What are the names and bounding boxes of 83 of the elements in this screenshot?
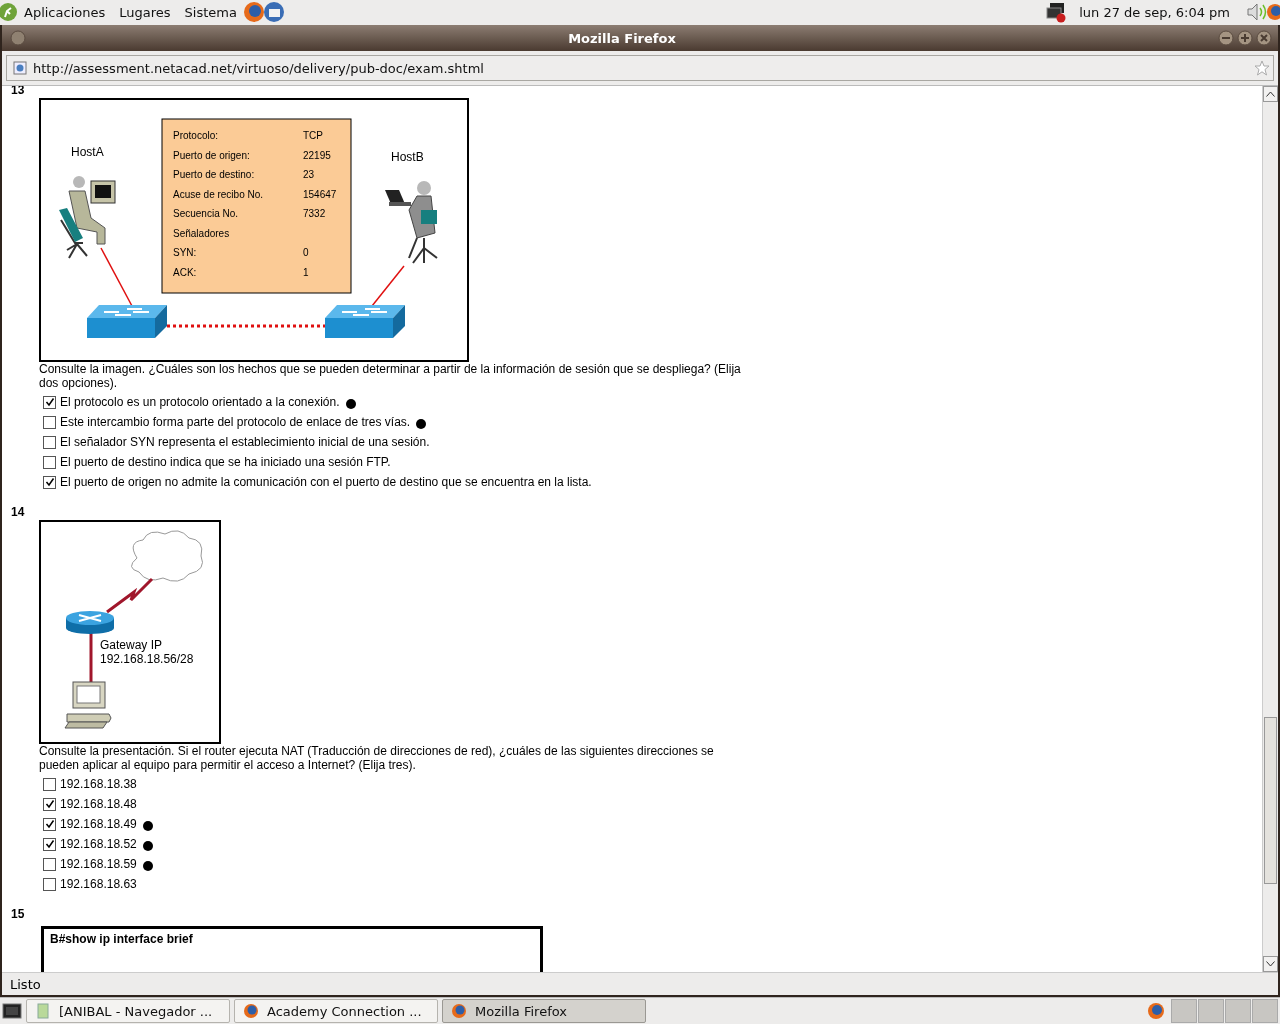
question-prompt: Consulte la presentación. Si el router ejecuta NAT (Traducción de direcciones de red), ¿cuáles de las siguientes direcciones se pueden aplicar al equipo para permitir el acceso a Internet? (Elija tres). [39,744,715,772]
router-icon [66,611,114,634]
answer-checkbox[interactable] [43,435,56,449]
session-field-value: 154647 [303,188,337,200]
answer-option: Este intercambio forma parte del protocolo de enlace de tres vías. [60,415,411,429]
network-offline-icon[interactable] [1045,1,1068,23]
gateway-label: Gateway IP [100,638,163,652]
show-desktop-icon[interactable] [2,1002,22,1020]
network-switch-icon [325,305,405,338]
question-prompt: Consulte la imagen. ¿Cuáles son los hechos que se pueden determinar a partir de la información de sesión que se despliega? (Elija dos opciones). [39,362,742,390]
panel-menu[interactable]: Aplicaciones [24,4,106,20]
session-field-label: SYN: [173,247,197,258]
scroll-thumb[interactable] [1264,717,1277,884]
session-field-value: 23 [303,169,315,180]
desktop-computer-icon [64,681,112,729]
session-field-label: Puerto de destino: [173,169,255,180]
browser-launcher-icon[interactable] [242,1,265,23]
answer-checkbox[interactable] [43,797,56,811]
session-field-label: Puerto de origen: [173,149,250,161]
clock[interactable]: lun 27 de sep, 6:04 pm [1079,4,1230,20]
gateway-address: 192.168.18.56/28 [100,652,194,666]
network-switch-icon [87,305,167,338]
answer-checkbox[interactable] [43,837,56,851]
answer-checkbox[interactable] [43,415,56,429]
session-field-label: Señaladores [173,227,230,239]
taskbar-button[interactable]: Academy Connection ... [234,999,438,1023]
page-icon [13,61,27,75]
answer-checkbox[interactable] [43,395,56,409]
browser-launcher-icon[interactable] [1266,3,1280,21]
volume-icon[interactable] [1246,2,1268,22]
host-label: HostA [71,145,104,159]
console-command: B#show ip interface brief [50,932,193,946]
answer-option: 192.168.18.48 [60,797,137,811]
session-field-value: 22195 [303,149,331,161]
session-field-value: 7332 [303,208,326,219]
session-field-value: 1 [303,266,309,278]
foot-logo-icon[interactable] [0,2,18,22]
answer-checkbox[interactable] [43,455,56,469]
answer-option: 192.168.18.52 [60,837,137,851]
taskbar-button[interactable]: Mozilla Firefox [442,999,646,1023]
mail-launcher-icon[interactable] [262,1,285,23]
taskbar-button[interactable]: [ANIBAL - Navegador ... [26,999,230,1023]
file-manager-icon [35,1003,51,1019]
question-number: 15 [11,910,26,922]
panel-menu[interactable]: Lugares [119,4,171,20]
answer-option: 192.168.18.59 [60,857,137,871]
window-title: Mozilla Firefox [567,30,677,46]
session-field-label: Secuencia No. [173,208,239,219]
address-field[interactable]: http://assessment.netacad.net/virtuoso/delivery/pub-doc/exam.shtml [6,55,1274,81]
answer-checkbox[interactable] [43,777,56,791]
session-field-value: 0 [303,247,309,258]
answer-option: 192.168.18.38 [60,777,137,791]
session-field-label: Acuse de recibo No. [173,188,264,200]
close-icon[interactable] [1256,30,1272,46]
answer-option: 192.168.18.63 [60,877,137,891]
answer-option: El puerto de origen no admite la comunicación con el puerto de destino que se encuentra en la lista. [60,475,592,489]
answer-checkbox[interactable] [43,857,56,871]
session-field-label: ACK: [173,266,197,278]
browser-tray-icon[interactable] [1145,1001,1167,1021]
question-number: 14 [11,508,26,520]
maximize-icon[interactable] [1237,30,1253,46]
vertical-scrollbar[interactable] [1262,86,1278,972]
host-label: HostB [391,150,424,164]
status-text: Listo [10,976,41,992]
answer-checkbox[interactable] [43,817,56,831]
answer-checkbox[interactable] [43,475,56,489]
scroll-up-icon[interactable] [1263,86,1278,102]
browser-icon [451,1003,467,1019]
bookmark-star-icon[interactable] [1254,60,1270,76]
session-field-label: Protocolo: [173,130,219,141]
scroll-down-icon[interactable] [1263,956,1278,972]
answer-checkbox[interactable] [43,877,56,891]
browser-icon [243,1003,259,1019]
answer-option: El puerto de destino indica que se ha iniciado una sesión FTP. [60,455,391,469]
cloud-icon [131,530,203,582]
minimize-icon[interactable] [1218,30,1234,46]
workspace-switcher[interactable] [1171,999,1278,1023]
answer-option: El señalador SYN representa el establecimiento inicial de una sesión. [60,435,430,449]
session-field-value: TCP [303,130,323,141]
answer-option: 192.168.18.49 [60,817,137,831]
answer-option: El protocolo es un protocolo orientado a la conexión. [60,395,340,409]
panel-menu[interactable]: Sistema [184,4,237,20]
question-number: 13 [11,86,26,98]
